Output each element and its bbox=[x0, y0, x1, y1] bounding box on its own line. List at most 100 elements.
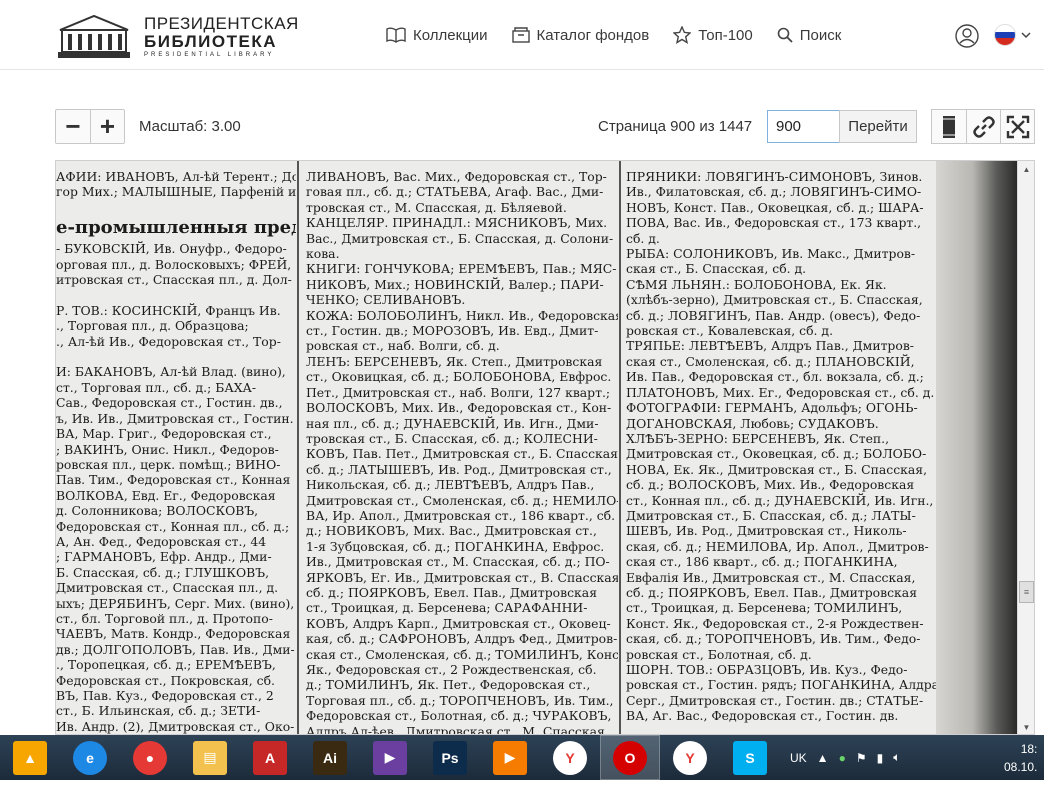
chrome-icon: ● bbox=[133, 740, 167, 775]
nav-catalog-label: Каталог фондов bbox=[536, 26, 650, 44]
yandex-browser-icon: Y bbox=[553, 740, 587, 775]
taskbar-app-skype[interactable]: S bbox=[720, 735, 780, 780]
text-line: Дмитровская ст., Б. Спасская, сб. д.; ЛА… bbox=[626, 507, 916, 523]
text-line: ЯРКОВЪ, Ег. Ив., Дмитровская ст., В. Спа… bbox=[306, 569, 618, 585]
document-viewer[interactable]: АФИИ: ИВАНОВЪ, Ал-ѣй Терент.; До-гор Мих… bbox=[55, 160, 1035, 735]
opera-icon: O bbox=[613, 740, 647, 775]
nav-collections-label: Коллекции bbox=[413, 26, 488, 44]
text-line: НИКОВЪ, Мих.; НОВИНСКІЙ, Валер.; ПАРИ- bbox=[306, 276, 604, 292]
column-divider bbox=[619, 161, 621, 734]
text-line: ровская ст., наб. Волги, сб. д. bbox=[306, 338, 500, 354]
text-line: кова. bbox=[306, 246, 340, 262]
taskbar-app-avast[interactable]: ▲ bbox=[0, 735, 60, 780]
text-line: КНИГИ: ГОНЧУКОВА; ЕРЕМѢЕВЪ, Пав.; МЯС- bbox=[306, 261, 617, 277]
zoom-in-button[interactable]: + bbox=[90, 110, 124, 143]
visual-studio-icon: ▶ bbox=[373, 740, 407, 775]
file-explorer-icon: ▤ bbox=[193, 740, 227, 775]
text-line: ская ст., Б. Спасская, сб. д. bbox=[626, 261, 807, 277]
single-page-view-button[interactable] bbox=[932, 110, 966, 143]
antivirus-tray-icon[interactable]: ● bbox=[839, 751, 846, 765]
illustrator-icon: Ai bbox=[313, 740, 347, 775]
text-line: Ив., Филатовская, сб. д.; ЛОВЯГИНЪ-СИМО- bbox=[626, 184, 922, 200]
nav-top100-label: Топ-100 bbox=[698, 26, 753, 44]
text-line: АФИИ: ИВАНОВЪ, Ал-ѣй Терент.; До- bbox=[56, 169, 296, 184]
zoom-controls: − + bbox=[55, 109, 125, 144]
text-line: ; ГАРМАНОВЪ, Ефр. Андр., Дми- bbox=[56, 549, 272, 565]
taskbar-app-yandex-browser[interactable]: Y bbox=[540, 735, 600, 780]
text-line: говая пл., сб. д.; СТАТЬЕВА, Агаф. Вас.,… bbox=[306, 184, 604, 200]
nav-top100[interactable]: Топ-100 bbox=[673, 26, 753, 44]
media-player-icon: ▶ bbox=[493, 740, 527, 775]
text-line: 1-я Зубцовская, сб. д.; ПОГАНКИНА, Евфро… bbox=[306, 538, 605, 554]
scroll-down-arrow-icon[interactable]: ▼ bbox=[1018, 719, 1034, 734]
nav-search-label: Поиск bbox=[799, 26, 842, 44]
taskbar-app-photoshop[interactable]: Ps bbox=[420, 735, 480, 780]
network-tray-icon[interactable]: ▮ bbox=[877, 751, 884, 765]
taskbar-app-adobe-reader[interactable]: A bbox=[240, 735, 300, 780]
copy-link-button[interactable] bbox=[966, 110, 1000, 143]
text-line: Торговая пл., сб. д.; ТОРОПЧЕНОВЪ, Ив. Т… bbox=[306, 692, 614, 708]
text-line: ВОЛКОВА, Евд. Ег., Федоровская bbox=[56, 487, 276, 503]
taskbar-app-chrome[interactable]: ● bbox=[120, 735, 180, 780]
text-line: итровская ст., Спасская пл., д. Дол- bbox=[56, 272, 292, 288]
text-line: Пет., Дмитровская ст., наб. Волги, 127 к… bbox=[306, 384, 611, 400]
nav-catalog[interactable]: Каталог фондов bbox=[511, 26, 650, 44]
page-column-left: АФИИ: ИВАНОВЪ, Ал-ѣй Терент.; До-гор Мих… bbox=[56, 169, 296, 734]
page-number-input[interactable] bbox=[767, 110, 840, 143]
clock-time: 18: bbox=[1020, 742, 1038, 756]
book-icon bbox=[386, 27, 406, 43]
skype-icon: S bbox=[733, 740, 767, 775]
taskbar-app-illustrator[interactable]: Ai bbox=[300, 735, 360, 780]
text-line: (хлѣбъ-зерно), Дмитровская ст., Б. Спасс… bbox=[626, 292, 923, 308]
fullscreen-button[interactable] bbox=[1000, 110, 1034, 143]
scroll-up-arrow-icon[interactable]: ▲ bbox=[1018, 161, 1034, 178]
nav-collections[interactable]: Коллекции bbox=[386, 27, 488, 44]
text-line: тровская ст., М. Спасская, д. Бѣляевой. bbox=[306, 199, 567, 215]
text-line: ская ст., Смоленская, сб. д.; ПЛАНОВСКІЙ… bbox=[626, 353, 915, 369]
text-line: Дмитровская ст., Смоленская, сб. д.; НЕМ… bbox=[306, 492, 618, 508]
language-switcher[interactable] bbox=[994, 24, 1032, 46]
text-line: сб. д.; ЛОВЯГИНЪ, Пав. Андр. (овесъ), Фе… bbox=[626, 307, 921, 323]
text-line: КОЖА: БОЛОБОЛИНЪ, Никл. Ив., Федоровская bbox=[306, 307, 618, 323]
text-line: ст., бл. Торговой пл., д. Протопо- bbox=[56, 610, 273, 626]
taskbar-app-file-explorer[interactable]: ▤ bbox=[180, 735, 240, 780]
flag-tray-icon[interactable]: ⚑ bbox=[856, 751, 867, 765]
text-line: НОВА, Ек. Як., Дмитровская ст., Б. Спасс… bbox=[626, 461, 928, 477]
volume-tray-icon[interactable]: 🔈︎ bbox=[893, 750, 900, 765]
text-line: ст., Торговая пл., сб. д.; БАХА- bbox=[56, 379, 257, 395]
library-logo[interactable]: ПРЕЗИДЕНТСКАЯ БИБЛИОТЕКА PRESIDENTIAL LI… bbox=[56, 12, 299, 60]
taskbar-app-internet-explorer[interactable]: e bbox=[60, 735, 120, 780]
text-line: ровская ст., Ковалевская, сб. д. bbox=[626, 323, 834, 339]
text-line: ПЛАТОНОВЪ, Мих. Ег., Федоровская ст., сб… bbox=[626, 384, 935, 400]
goto-page-button[interactable]: Перейти bbox=[839, 110, 917, 143]
text-line: ШОРН. ТОВ.: ОБРАЗЦОВЪ, Ив. Куз., Федо- bbox=[626, 662, 908, 677]
text-line: Ив. Андр. (2), Дмитровская ст., Око- bbox=[56, 718, 295, 734]
taskbar-app-yandex[interactable]: Y bbox=[660, 735, 720, 780]
text-line: Сав., Федоровская ст., Гостин. дв., bbox=[56, 395, 283, 411]
main-nav: Коллекции Каталог фондов Топ-100 Поиск bbox=[386, 26, 865, 44]
library-building-icon bbox=[58, 14, 130, 58]
text-line: сб. д.; ВОЛОСКОВЪ, Мих. Ив., Федоровская bbox=[626, 477, 915, 493]
user-account-icon[interactable] bbox=[955, 24, 979, 48]
input-language[interactable]: UK bbox=[790, 751, 807, 765]
text-line: ст., Троицкая, д. Берсенева; ТОМИЛИНЪ, bbox=[626, 600, 903, 616]
text-line: ровская ст., Гостин. рядъ; ПОГАНКИНА, Ал… bbox=[626, 677, 938, 693]
zoom-out-button[interactable]: − bbox=[56, 110, 90, 143]
vertical-scrollbar[interactable]: ▲ ≡ ▼ bbox=[1017, 161, 1034, 734]
scrollbar-thumb[interactable]: ≡ bbox=[1019, 581, 1034, 603]
system-clock[interactable]: 18: 08.10. bbox=[1004, 740, 1037, 776]
page-view-icon bbox=[943, 115, 955, 138]
text-line: кая, сб. д.; САФРОНОВЪ, Алдръ Фед., Дмит… bbox=[306, 631, 618, 647]
logo-text: ПРЕЗИДЕНТСКАЯ БИБЛИОТЕКА PRESIDENTIAL LI… bbox=[144, 15, 299, 58]
taskbar-app-media-player[interactable]: ▶ bbox=[480, 735, 540, 780]
text-line: РЫБА: СОЛОНИКОВЪ, Ив. Макс., Дмитров- bbox=[626, 246, 916, 262]
text-line: ТРЯПЬЕ: ЛЕВТѢЕВЪ, Алдръ Пав., Дмитров- bbox=[626, 338, 914, 354]
text-line: тровская ст., Б. Спасская, сб. д.; КОЛЕС… bbox=[306, 430, 598, 446]
chevron-down-icon bbox=[1021, 32, 1031, 39]
tray-expand-icon[interactable]: ▲ bbox=[817, 751, 829, 765]
avast-icon: ▲ bbox=[13, 740, 47, 775]
nav-search[interactable]: Поиск bbox=[777, 26, 842, 44]
site-header: ПРЕЗИДЕНТСКАЯ БИБЛИОТЕКА PRESIDENTIAL LI… bbox=[0, 0, 1044, 70]
taskbar-app-visual-studio[interactable]: ▶ bbox=[360, 735, 420, 780]
taskbar-app-opera[interactable]: O bbox=[600, 735, 660, 780]
